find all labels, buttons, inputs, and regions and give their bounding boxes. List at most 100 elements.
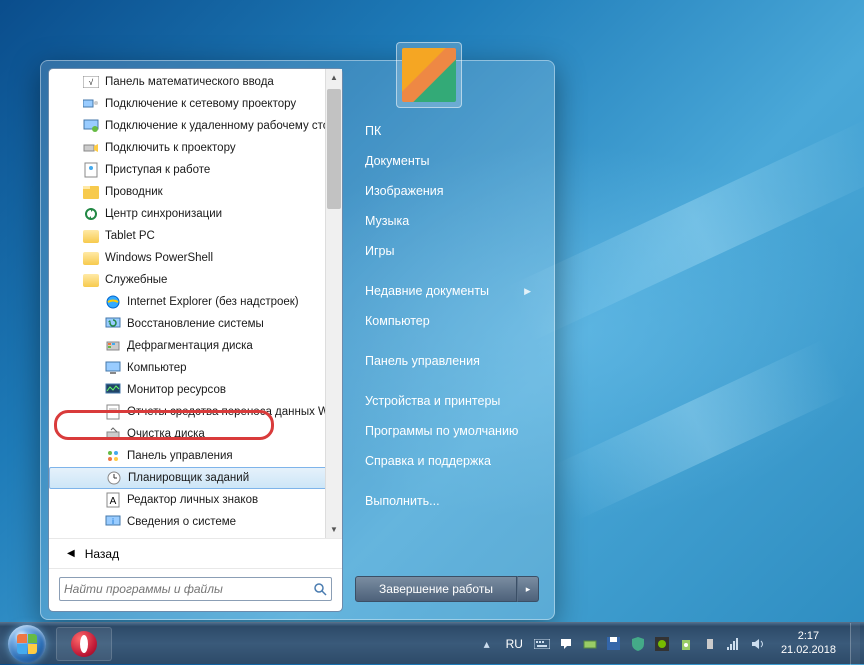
program-item-computer[interactable]: Компьютер xyxy=(49,357,342,379)
program-item-rdp[interactable]: Подключение к удаленному рабочему стол xyxy=(49,115,342,137)
program-item-ie[interactable]: Internet Explorer (без надстроек) xyxy=(49,291,342,313)
start-menu: √ Панель математического ввода Подключение… xyxy=(40,60,555,620)
right-panel-item[interactable]: Документы xyxy=(357,146,539,176)
program-label: Панель математического ввода xyxy=(105,76,274,88)
right-panel-separator xyxy=(357,266,539,276)
user-avatar xyxy=(402,48,456,102)
program-item-folder[interactable]: Служебные xyxy=(49,269,342,291)
program-label: Монитор ресурсов xyxy=(127,384,226,396)
svg-text:i: i xyxy=(112,517,114,526)
start-button[interactable] xyxy=(0,623,54,665)
user-picture-frame[interactable] xyxy=(396,42,462,108)
right-panel-item[interactable]: Программы по умолчанию xyxy=(357,416,539,446)
program-item-defrag[interactable]: Дефрагментация диска xyxy=(49,335,342,357)
program-item-proj[interactable]: Подключить к проектору xyxy=(49,137,342,159)
folder-icon xyxy=(83,250,99,266)
private-char-icon: A xyxy=(105,492,121,508)
program-label: Проводник xyxy=(105,186,163,198)
program-item-sysinfo[interactable]: i Сведения о системе xyxy=(49,511,342,533)
tray-show-hidden-icon[interactable]: ▴ xyxy=(478,635,496,653)
explorer-icon xyxy=(83,184,99,200)
cpanel-icon xyxy=(105,448,121,464)
program-label: Панель управления xyxy=(127,450,233,462)
program-item-explorer[interactable]: Проводник xyxy=(49,181,342,203)
opera-icon xyxy=(71,631,97,657)
show-desktop-button[interactable] xyxy=(850,623,860,665)
back-label: Назад xyxy=(85,547,119,561)
start-menu-left-panel: √ Панель математического ввода Подключение… xyxy=(48,68,343,612)
right-panel-item[interactable]: Панель управления xyxy=(357,346,539,376)
program-label: Отчеты средства переноса данных Wind xyxy=(127,406,342,418)
right-panel-item[interactable]: Выполнить... xyxy=(357,486,539,516)
shutdown-row: Завершение работы ▸ xyxy=(355,576,539,602)
right-panel-item[interactable]: Устройства и принтеры xyxy=(357,386,539,416)
back-button[interactable]: ◀ Назад xyxy=(49,538,342,568)
program-item-private-char[interactable]: AРедактор личных знаков xyxy=(49,489,342,511)
transfer-icon xyxy=(105,536,121,538)
right-panel-item[interactable]: Музыка xyxy=(357,206,539,236)
search-input[interactable] xyxy=(64,582,313,596)
right-panel-item[interactable]: Изображения xyxy=(357,176,539,206)
folder-icon xyxy=(83,272,99,288)
tray-drive-icon[interactable] xyxy=(581,635,599,653)
right-item-label: Документы xyxy=(365,154,429,168)
right-item-label: Справка и поддержка xyxy=(365,454,491,468)
scroll-down-button[interactable]: ▼ xyxy=(326,521,342,538)
tray-action-center-icon[interactable] xyxy=(557,635,575,653)
language-indicator[interactable]: RU xyxy=(502,635,527,653)
getting-started-icon xyxy=(83,162,99,178)
tray-nvidia-icon[interactable] xyxy=(653,635,671,653)
right-panel-item[interactable]: Компьютер xyxy=(357,306,539,336)
computer-icon xyxy=(105,360,121,376)
tray-volume-icon[interactable] xyxy=(749,635,767,653)
right-panel-item[interactable]: Игры xyxy=(357,236,539,266)
program-label: Очистка диска xyxy=(127,428,205,440)
right-item-label: Игры xyxy=(365,244,394,258)
right-panel-item[interactable]: Недавние документы▶ xyxy=(357,276,539,306)
program-label: Подключение к удаленному рабочему стол xyxy=(105,120,336,132)
rdp-icon xyxy=(83,118,99,134)
math-panel-icon: √ xyxy=(83,74,99,90)
program-item-cpanel[interactable]: Панель управления xyxy=(49,445,342,467)
scheduler-icon xyxy=(106,470,122,486)
program-item-cleanup[interactable]: Очистка диска xyxy=(49,423,342,445)
defrag-icon xyxy=(105,338,121,354)
right-panel-separator xyxy=(357,376,539,386)
shutdown-button[interactable]: Завершение работы xyxy=(355,576,517,602)
program-item-net-proj[interactable]: Подключение к сетевому проектору xyxy=(49,93,342,115)
programs-scrollbar[interactable]: ▲ ▼ xyxy=(325,69,342,538)
program-item-transfer[interactable]: Средство переноса данных Windows xyxy=(49,533,342,538)
svg-text:A: A xyxy=(110,496,117,507)
search-box[interactable] xyxy=(59,577,332,601)
program-label: Компьютер xyxy=(127,362,187,374)
program-item-math-panel[interactable]: √ Панель математического ввода xyxy=(49,71,342,93)
right-item-label: ПК xyxy=(365,124,381,138)
program-item-sync[interactable]: Центр синхронизации xyxy=(49,203,342,225)
program-item-folder[interactable]: Tablet PC xyxy=(49,225,342,247)
program-label: Дефрагментация диска xyxy=(127,340,253,352)
program-item-folder[interactable]: Windows PowerShell xyxy=(49,247,342,269)
tray-usb-icon[interactable] xyxy=(701,635,719,653)
tray-safely-remove-icon[interactable] xyxy=(677,635,695,653)
tray-network-icon[interactable] xyxy=(725,635,743,653)
right-panel-item[interactable]: ПК xyxy=(357,116,539,146)
tray-keyboard-icon[interactable] xyxy=(533,635,551,653)
shutdown-options-button[interactable]: ▸ xyxy=(517,576,539,602)
right-item-label: Устройства и принтеры xyxy=(365,394,500,408)
right-panel-item[interactable]: Справка и поддержка xyxy=(357,446,539,476)
program-label: Tablet PC xyxy=(105,230,155,242)
program-item-restore[interactable]: Восстановление системы xyxy=(49,313,342,335)
program-item-report[interactable]: Отчеты средства переноса данных Wind xyxy=(49,401,342,423)
program-item-getting-started[interactable]: Приступая к работе xyxy=(49,159,342,181)
program-item-scheduler[interactable]: Планировщик заданий xyxy=(49,467,342,489)
program-label: Сведения о системе xyxy=(127,516,236,528)
program-item-resmon[interactable]: Монитор ресурсов xyxy=(49,379,342,401)
scroll-thumb[interactable] xyxy=(327,89,341,209)
scroll-up-button[interactable]: ▲ xyxy=(326,69,342,86)
tray-shield-icon[interactable] xyxy=(629,635,647,653)
taskbar-clock[interactable]: 2:17 21.02.2018 xyxy=(773,630,844,656)
right-item-label: Компьютер xyxy=(365,314,430,328)
taskbar-opera-button[interactable] xyxy=(56,627,112,661)
program-label: Центр синхронизации xyxy=(105,208,222,220)
tray-save-icon[interactable] xyxy=(605,635,623,653)
